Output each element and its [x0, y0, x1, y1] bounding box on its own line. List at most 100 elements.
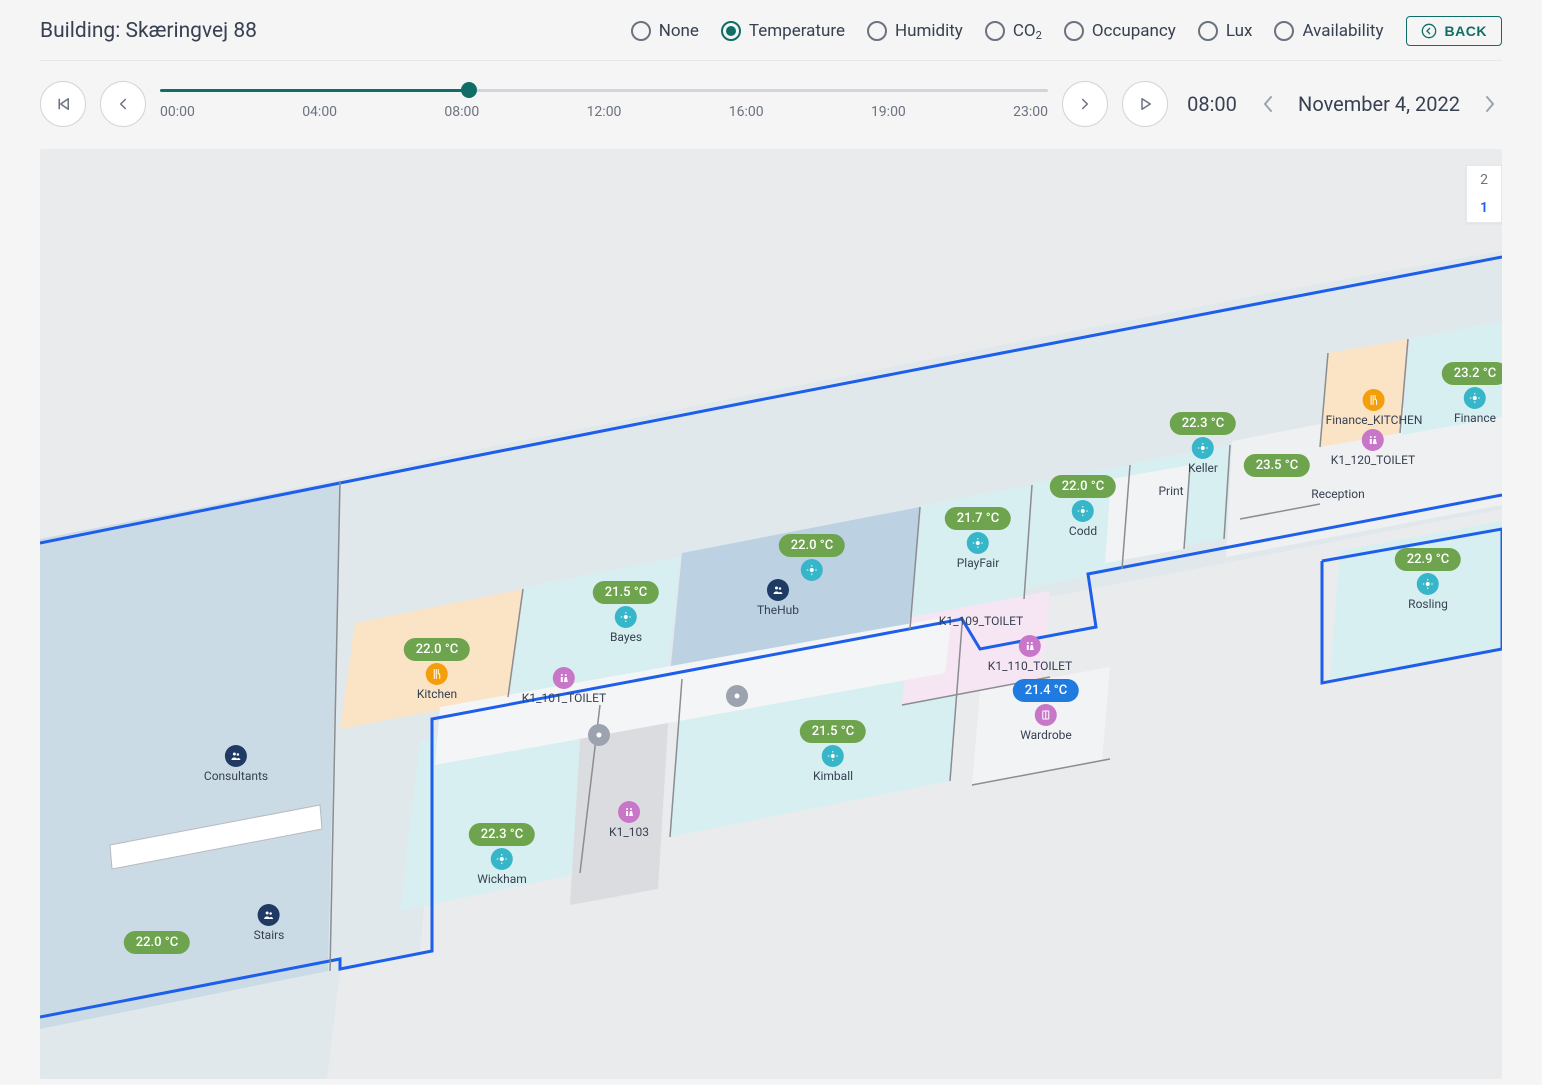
room-annotation[interactable]: 22.9 °C Rosling: [1395, 548, 1461, 611]
room-annotation[interactable]: 21.7 °C PlayFair: [945, 507, 1011, 570]
floor-item-2[interactable]: 2: [1467, 166, 1501, 194]
room-name-label: Codd: [1050, 524, 1116, 538]
room-name-label: Kimball: [800, 769, 866, 783]
room-annotation[interactable]: Consultants: [204, 745, 268, 783]
current-date: November 4, 2022: [1294, 92, 1464, 116]
room-annotation[interactable]: Finance_KITCHEN: [1326, 389, 1423, 427]
room-annotation[interactable]: 21.5 °CBayes: [593, 581, 659, 644]
room-name-label: Rosling: [1395, 597, 1461, 611]
room-annotation[interactable]: 22.0 °C: [124, 931, 190, 954]
slider-tick: 04:00: [302, 104, 337, 120]
room-annotation[interactable]: 22.0 °C Codd: [1050, 475, 1116, 538]
sensor-icon: [801, 559, 823, 581]
date-prev-button[interactable]: [1256, 88, 1280, 120]
slider-tick: 08:00: [444, 104, 479, 120]
room-name-label: K1_103: [609, 825, 649, 839]
back-arrow-icon: [1421, 23, 1437, 39]
chevron-right-icon: [1076, 95, 1094, 113]
room-annotation[interactable]: Reception: [1311, 486, 1364, 501]
temperature-badge: 22.0 °C: [124, 931, 190, 954]
room-name-label: PlayFair: [945, 556, 1011, 570]
people-icon: [258, 904, 280, 926]
radio-availability[interactable]: Availability: [1274, 21, 1383, 41]
date-next-button[interactable]: [1478, 88, 1502, 120]
sensor-icon: [1192, 437, 1214, 459]
room-annotation[interactable]: 21.5 °C Kimball: [800, 720, 866, 783]
radio-occupancy[interactable]: Occupancy: [1064, 21, 1176, 41]
room-annotation[interactable]: K1_120_TOILET: [1331, 429, 1415, 467]
slider-tick: 12:00: [587, 104, 622, 120]
room-annotation[interactable]: K1_110_TOILET: [988, 635, 1072, 673]
toilet-icon: [1362, 429, 1384, 451]
temperature-badge: 22.9 °C: [1395, 548, 1461, 571]
timeline-prev-button[interactable]: [100, 81, 146, 127]
slider-tick: 23:00: [1013, 104, 1048, 120]
radio-occupancy-label: Occupancy: [1092, 21, 1176, 41]
temperature-badge: 23.5 °C: [1244, 454, 1310, 477]
room-annotation[interactable]: 22.0 °C: [779, 534, 845, 583]
radio-availability-label: Availability: [1302, 21, 1383, 41]
radio-humidity-label: Humidity: [895, 21, 963, 41]
temperature-badge: 22.3 °C: [469, 823, 535, 846]
sensor-icon: [491, 848, 513, 870]
temperature-badge: 21.4 °C: [1013, 679, 1079, 702]
slider-tick: 00:00: [160, 104, 195, 120]
room-name-label: Wardrobe: [1013, 728, 1079, 742]
chevron-right-icon: [1484, 94, 1496, 114]
room-annotation[interactable]: K1_109_TOILET: [939, 613, 1023, 628]
temperature-badge: 21.7 °C: [945, 507, 1011, 530]
temperature-badge: 21.5 °C: [800, 720, 866, 743]
room-name-label: K1_120_TOILET: [1331, 453, 1415, 467]
page-title: Building: Skæringvej 88: [40, 19, 257, 43]
toilet-icon: [1019, 635, 1041, 657]
time-slider[interactable]: 00:00 04:00 08:00 12:00 16:00 19:00 23:0…: [160, 89, 1048, 120]
slider-thumb[interactable]: [461, 82, 477, 98]
kitchen-icon: [426, 663, 448, 685]
room-annotation[interactable]: 23.5 °C: [1244, 454, 1310, 477]
timeline-play-button[interactable]: [1122, 81, 1168, 127]
room-name-label: Print: [1158, 484, 1183, 498]
radio-humidity[interactable]: Humidity: [867, 21, 963, 41]
toilet-icon: [553, 667, 575, 689]
toilet-icon: [618, 801, 640, 823]
floor-picker: 2 1: [1466, 165, 1502, 223]
room-name-label: K1_109_TOILET: [939, 614, 1023, 628]
blank-icon: [588, 724, 610, 746]
radio-co2[interactable]: CO2: [985, 21, 1042, 41]
room-annotation[interactable]: 22.3 °CKeller: [1170, 412, 1236, 475]
room-name-label: Stairs: [254, 928, 285, 942]
room-annotation[interactable]: 21.4 °C Wardrobe: [1013, 679, 1079, 742]
timeline-restart-button[interactable]: [40, 81, 86, 127]
floorplan-viewport[interactable]: 2 1 22.0 °C Stairs Consultants 22.0 °CKitch…: [40, 149, 1502, 1079]
room-annotation[interactable]: 23.2 °C Finance: [1442, 362, 1502, 425]
room-annotation[interactable]: K1_101_TOILET: [522, 667, 606, 705]
room-name-label: Wickham: [469, 872, 535, 886]
temperature-badge: 22.0 °C: [1050, 475, 1116, 498]
room-annotation[interactable]: TheHub: [757, 579, 799, 617]
temperature-badge: 22.3 °C: [1170, 412, 1236, 435]
radio-lux-label: Lux: [1226, 21, 1253, 41]
back-label: BACK: [1445, 23, 1487, 39]
timeline-next-button[interactable]: [1062, 81, 1108, 127]
room-annotation[interactable]: 22.0 °CKitchen: [404, 638, 470, 701]
people-icon: [225, 745, 247, 767]
room-annotation[interactable]: Stairs: [254, 904, 285, 942]
sensor-icon: [1417, 573, 1439, 595]
room-annotation[interactable]: K1_103: [609, 801, 649, 839]
radio-lux[interactable]: Lux: [1198, 21, 1253, 41]
radio-temperature[interactable]: Temperature: [721, 21, 845, 41]
room-name-label: K1_101_TOILET: [522, 691, 606, 705]
temperature-badge: 22.0 °C: [404, 638, 470, 661]
back-button[interactable]: BACK: [1406, 16, 1502, 46]
sensor-icon: [967, 532, 989, 554]
room-name-label: Finance: [1442, 411, 1502, 425]
room-annotation[interactable]: [726, 685, 748, 709]
radio-none[interactable]: None: [631, 21, 699, 41]
room-annotation[interactable]: [588, 724, 610, 748]
floor-item-1[interactable]: 1: [1467, 194, 1501, 222]
sensor-icon: [822, 745, 844, 767]
room-annotation[interactable]: 22.3 °C Wickham: [469, 823, 535, 886]
radio-co2-label: CO2: [1013, 21, 1042, 41]
temperature-badge: 23.2 °C: [1442, 362, 1502, 385]
room-annotation[interactable]: Print: [1158, 483, 1183, 498]
